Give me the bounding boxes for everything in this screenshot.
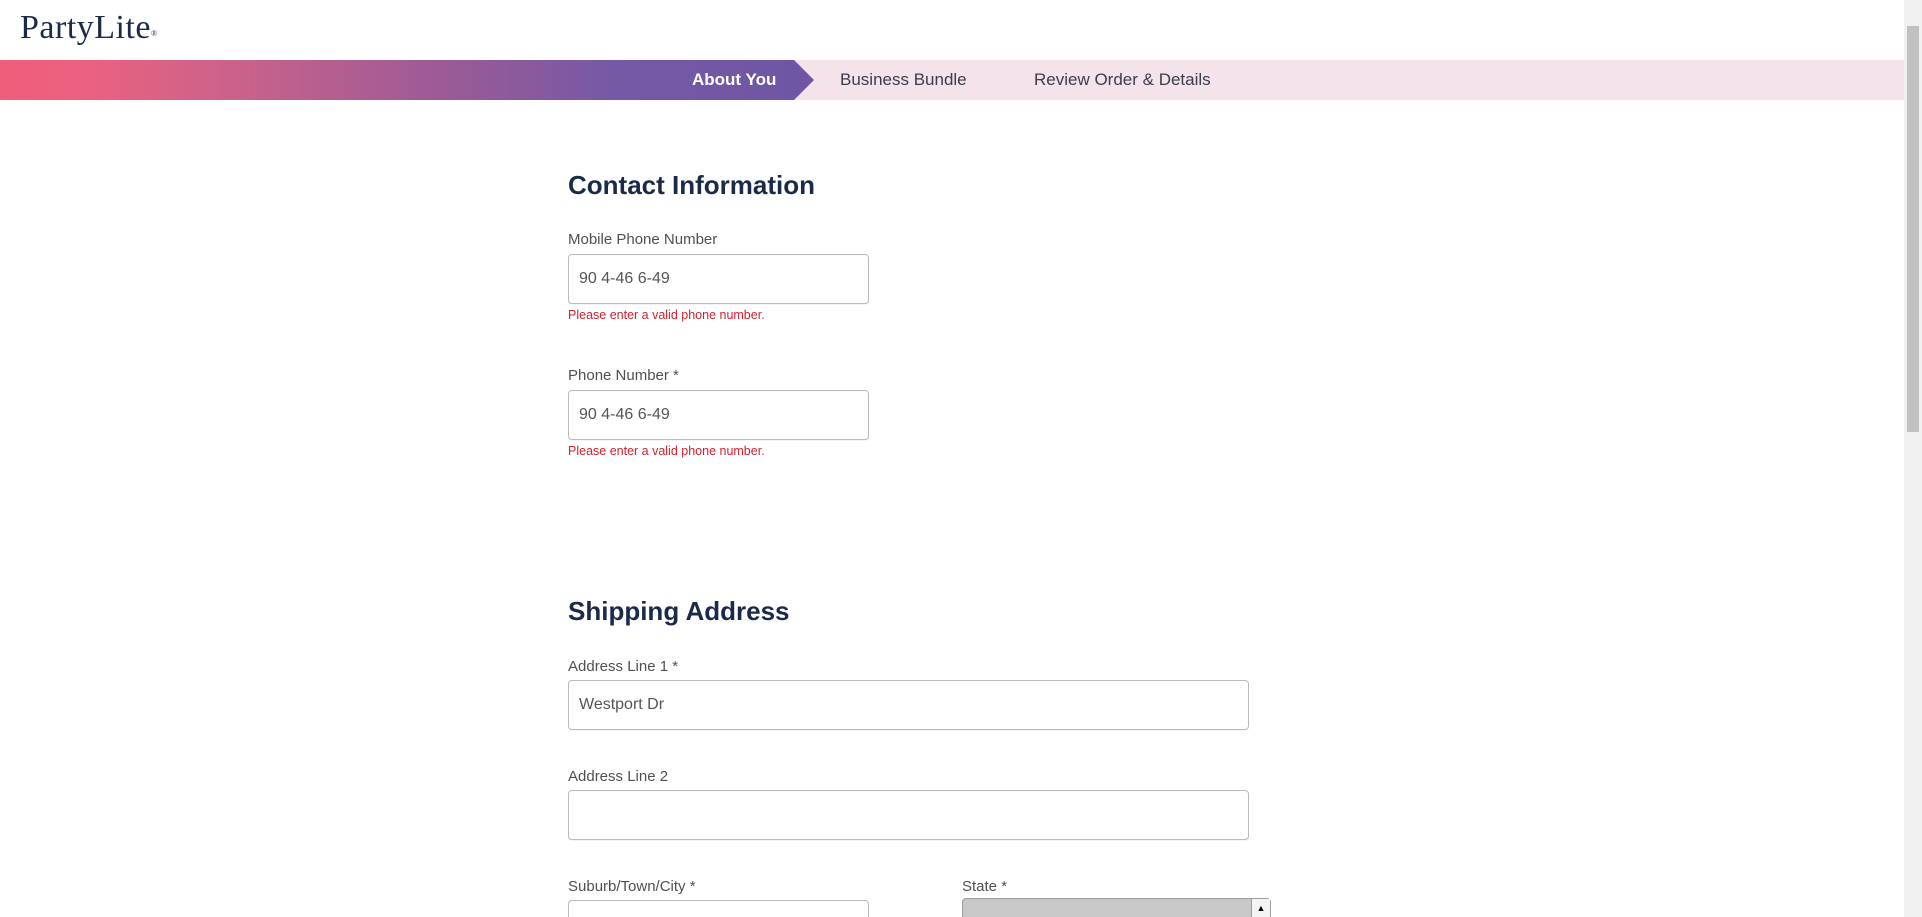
city-label: Suburb/Town/City *	[568, 878, 696, 895]
address-line-1-label: Address Line 1 *	[568, 658, 679, 675]
address-line-2-label: Address Line 2	[568, 768, 669, 785]
phone-number-label: Phone Number *	[568, 367, 679, 384]
state-label: State *	[962, 878, 1008, 895]
phone-number-error: Please enter a valid phone number.	[568, 444, 765, 458]
step-business-bundle: Business Bundle	[840, 70, 967, 89]
partylite-logo[interactable]: PartyLite®	[20, 8, 158, 48]
site-header: PartyLite®	[0, 0, 1904, 60]
page-scrollbar[interactable]	[1904, 0, 1922, 917]
mobile-phone-label: Mobile Phone Number	[568, 231, 718, 248]
phone-number-input[interactable]	[568, 390, 869, 440]
shipping-address-heading: Shipping Address	[568, 596, 790, 626]
logo-text: PartyLite	[20, 9, 152, 46]
address-line-2-input[interactable]	[568, 790, 1249, 840]
triangle-up-icon[interactable]: ▲	[1251, 899, 1270, 917]
registered-mark: ®	[151, 29, 158, 38]
state-select[interactable]: ▲	[962, 898, 1271, 917]
mobile-phone-error: Please enter a valid phone number.	[568, 308, 765, 322]
mobile-phone-input[interactable]	[568, 254, 869, 304]
checkout-page: PartyLite® About You Business Bundle Rev…	[0, 0, 1922, 917]
city-input[interactable]	[568, 900, 869, 917]
contact-information-heading: Contact Information	[568, 170, 815, 200]
address-line-1-input[interactable]	[568, 680, 1249, 730]
step-about-you: About You	[692, 70, 777, 89]
step-review-order: Review Order & Details	[1034, 70, 1211, 89]
checkout-progress-stepper: About You Business Bundle Review Order &…	[0, 60, 1904, 100]
scrollbar-thumb[interactable]	[1907, 26, 1919, 432]
